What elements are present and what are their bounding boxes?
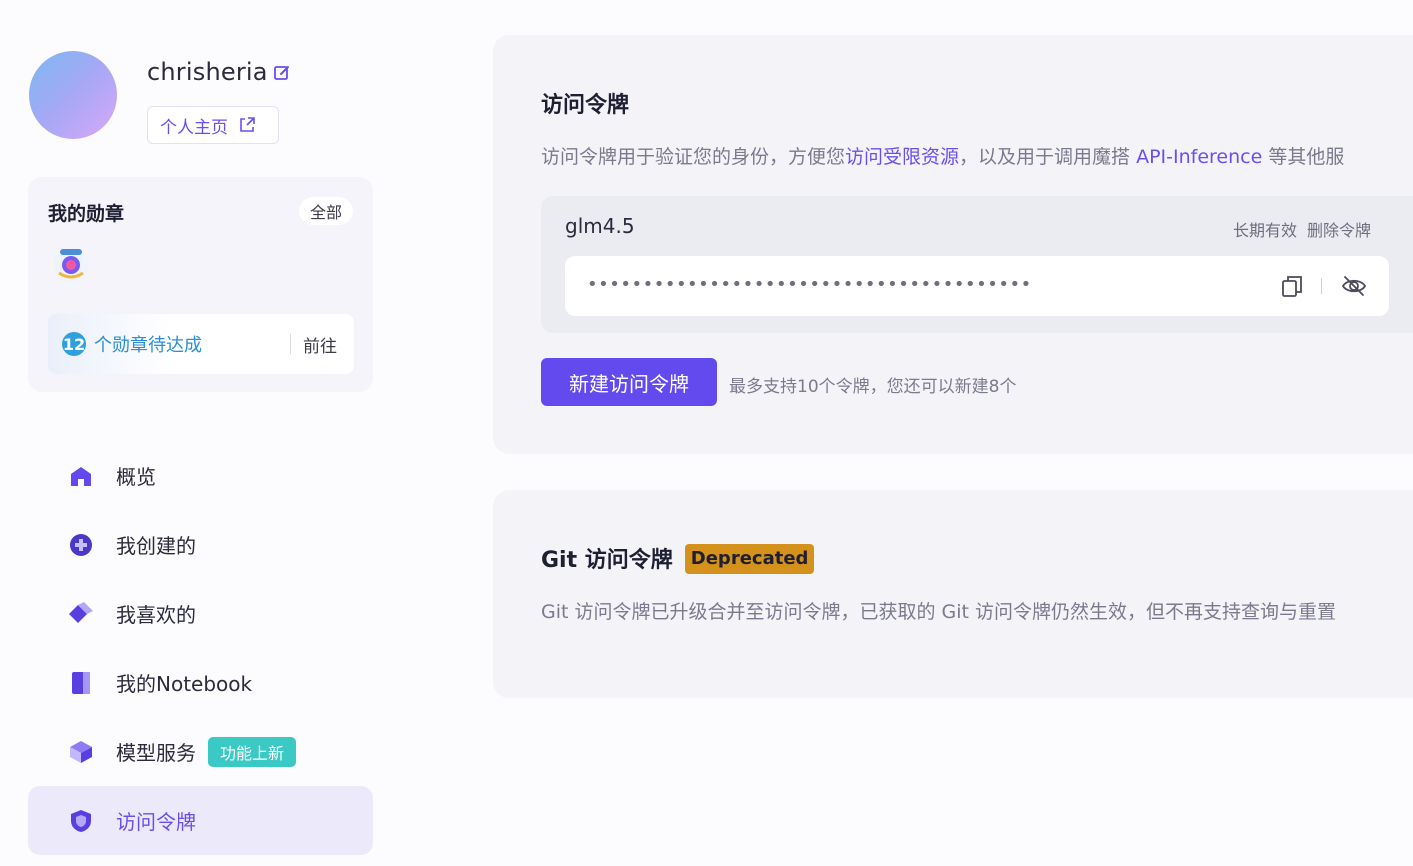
edit-icon[interactable] — [273, 64, 291, 82]
token-limit-hint: 最多支持10个令牌，您还可以新建8个 — [729, 377, 1017, 397]
medal-icon[interactable] — [50, 243, 92, 285]
token-value-field[interactable]: •••••••••••••••••••••••••••••••••••••••• — [565, 256, 1389, 316]
plus-circle-icon — [68, 532, 94, 558]
desc-text: 访问令牌用于验证您的身份，方便您 — [541, 146, 846, 168]
desc-text: 等其他服 — [1262, 146, 1345, 168]
sidebar-item-liked[interactable]: 我喜欢的 — [28, 579, 373, 648]
pending-text: 个勋章待达成 — [94, 335, 202, 356]
sidebar-item-access-token[interactable]: 访问令牌 — [28, 786, 373, 855]
badge-all-button[interactable]: 全部 — [298, 197, 353, 225]
pending-badges-banner[interactable]: 12 个勋章待达成 前往 — [48, 314, 354, 374]
external-link-icon — [240, 117, 255, 132]
token-card: glm4.5 长期有效 删除令牌 ••••••••••••••••••••••••… — [541, 196, 1413, 333]
cube-icon — [68, 739, 94, 765]
delete-token-button[interactable]: 删除令牌 — [1307, 221, 1371, 240]
git-token-title-row: Git 访问令牌 Deprecated — [541, 542, 815, 574]
token-masked-value: •••••••••••••••••••••••••••••••••••••••• — [587, 274, 1032, 295]
page: chrisheria 个人主页 我的勋章 全部 12 个勋章待达成 前往 概览 … — [0, 0, 1413, 866]
git-token-title: Git 访问令牌 — [541, 548, 673, 573]
diamond-icon — [68, 601, 94, 627]
badge-card: 我的勋章 全部 12 个勋章待达成 前往 — [28, 177, 373, 392]
sidebar-item-label: 我创建的 — [116, 534, 196, 558]
access-token-description: 访问令牌用于验证您的身份，方便您访问受限资源，以及用于调用魔搭 API-Infe… — [541, 142, 1344, 169]
pending-count: 12 — [62, 332, 86, 356]
copy-icon[interactable] — [1280, 274, 1304, 298]
access-token-title: 访问令牌 — [541, 93, 630, 118]
sidebar-item-notebook[interactable]: 我的Notebook — [28, 648, 373, 717]
eye-off-icon[interactable] — [1341, 274, 1367, 298]
sidebar-item-label: 我的Notebook — [116, 672, 253, 696]
sidebar-nav: 概览 我创建的 我喜欢的 我的Notebook 模型服务 功能上新 访问令牌 — [28, 441, 373, 855]
deprecated-badge: Deprecated — [684, 544, 815, 574]
sidebar-item-model-service[interactable]: 模型服务 功能上新 — [28, 717, 373, 786]
sidebar-item-label: 概览 — [116, 465, 156, 489]
api-inference-link[interactable]: API-Inference — [1136, 146, 1262, 168]
go-link[interactable]: 前往 — [303, 332, 337, 357]
badge-title: 我的勋章 — [48, 203, 125, 225]
git-token-panel: Git 访问令牌 Deprecated Git 访问令牌已升级合并至访问令牌，已获… — [493, 490, 1413, 698]
new-feature-tag: 功能上新 — [208, 736, 297, 767]
notebook-icon — [68, 670, 94, 696]
sidebar-item-label: 模型服务 — [116, 741, 196, 765]
restricted-resources-link[interactable]: 访问受限资源 — [845, 146, 959, 168]
divider — [1321, 278, 1322, 294]
git-token-description: Git 访问令牌已升级合并至访问令牌，已获取的 Git 访问令牌仍然生效，但不再… — [541, 601, 1337, 623]
homepage-label: 个人主页 — [160, 117, 228, 138]
sidebar-item-label: 访问令牌 — [116, 810, 196, 834]
desc-text: ，以及用于调用魔搭 — [959, 146, 1137, 168]
divider — [290, 334, 291, 354]
token-name: glm4.5 — [565, 214, 635, 238]
home-icon — [68, 463, 94, 489]
new-access-token-button[interactable]: 新建访问令牌 — [541, 358, 717, 406]
avatar[interactable] — [29, 51, 117, 139]
token-validity: 长期有效 — [1233, 221, 1298, 240]
sidebar-item-label: 我喜欢的 — [116, 603, 196, 627]
sidebar-item-overview[interactable]: 概览 — [28, 441, 373, 510]
token-actions: 长期有效 删除令牌 — [1233, 217, 1371, 241]
shield-icon — [68, 808, 94, 834]
homepage-button[interactable]: 个人主页 — [147, 106, 279, 144]
username: chrisheria — [147, 58, 268, 86]
sidebar-item-created[interactable]: 我创建的 — [28, 510, 373, 579]
access-token-panel: 访问令牌 访问令牌用于验证您的身份，方便您访问受限资源，以及用于调用魔搭 API… — [493, 35, 1413, 454]
